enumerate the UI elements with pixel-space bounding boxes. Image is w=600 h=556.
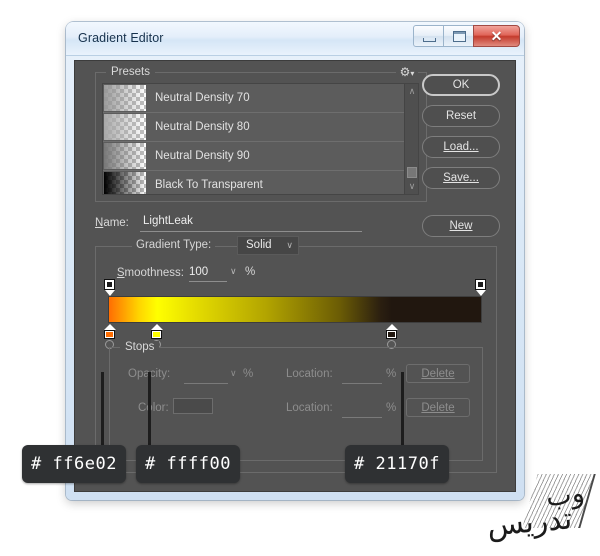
list-item[interactable]: Neutral Density 80 bbox=[103, 113, 418, 142]
stops-legend: Stops bbox=[120, 341, 160, 353]
smoothness-input[interactable]: 100 bbox=[189, 266, 227, 282]
color-location-percent: % bbox=[386, 402, 397, 414]
close-icon: ✕ bbox=[490, 28, 503, 44]
scroll-down-icon[interactable]: ∨ bbox=[405, 180, 418, 193]
gradient-preview-bar[interactable] bbox=[108, 296, 482, 323]
preset-thumbnail bbox=[104, 172, 146, 194]
minimize-button[interactable] bbox=[413, 25, 444, 47]
leader-line-2 bbox=[148, 372, 151, 450]
stops-group: Stops Opacity: ∨ % Location: % Delete Co… bbox=[109, 341, 483, 461]
new-button[interactable]: New bbox=[422, 215, 500, 237]
chevron-down-icon: ∨ bbox=[286, 240, 293, 250]
leader-line-3 bbox=[401, 372, 404, 450]
chevron-down-icon[interactable]: ∨ bbox=[230, 266, 237, 277]
hex-label-stop-2: # ffff00 bbox=[136, 445, 240, 483]
opacity-input bbox=[184, 368, 228, 384]
opacity-delete-button: Delete bbox=[406, 364, 470, 383]
preset-thumbnail bbox=[104, 143, 146, 169]
opacity-location-label: Location: bbox=[286, 368, 333, 380]
color-swatch bbox=[173, 398, 213, 414]
gear-icon[interactable]: ⚙▾ bbox=[396, 65, 418, 81]
preset-label: Neutral Density 80 bbox=[155, 121, 250, 133]
opacity-stop-right[interactable] bbox=[475, 279, 486, 296]
reset-button[interactable]: Reset bbox=[422, 105, 500, 127]
name-label: NName:ame: bbox=[95, 217, 129, 229]
hex-label-stop-1: # ff6e02 bbox=[22, 445, 126, 483]
watermark-line-2: تدریس bbox=[485, 501, 574, 544]
gradient-group: Gradient Type: Solid ∨ Smoothness: 100 ∨… bbox=[95, 236, 497, 473]
window-controls: ✕ bbox=[413, 25, 520, 47]
gradient-type-value: Solid bbox=[246, 239, 272, 251]
ok-button[interactable]: OK bbox=[422, 74, 500, 96]
color-stop-1[interactable] bbox=[103, 324, 116, 349]
opacity-location-input bbox=[342, 368, 382, 384]
hex-label-stop-3: # 21170f bbox=[345, 445, 449, 483]
opacity-percent: % bbox=[243, 368, 254, 380]
scroll-up-icon[interactable]: ∧ bbox=[405, 85, 418, 98]
color-location-input bbox=[342, 402, 382, 418]
preset-thumbnail bbox=[104, 85, 146, 111]
preset-label: Neutral Density 70 bbox=[155, 92, 250, 104]
gradient-type-label: Gradient Type: bbox=[132, 239, 216, 251]
presets-list[interactable]: Neutral Density 70 Neutral Density 80 Ne… bbox=[102, 83, 419, 195]
chevron-down-icon: ∨ bbox=[230, 368, 237, 378]
list-item[interactable]: Black To Transparent bbox=[103, 171, 418, 194]
list-item[interactable]: Neutral Density 90 bbox=[103, 142, 418, 171]
presets-scrollbar[interactable]: ∧ ∨ bbox=[404, 84, 418, 194]
preset-label: Neutral Density 90 bbox=[155, 150, 250, 162]
opacity-stop-left[interactable] bbox=[104, 279, 115, 296]
restore-button[interactable] bbox=[443, 25, 474, 47]
smoothness-label: Smoothness: bbox=[116, 267, 184, 279]
leader-line-1 bbox=[101, 372, 104, 450]
presets-group: Presets ⚙▾ Neutral Density 70 Neutral De… bbox=[95, 65, 427, 202]
screenshot-root: Gradient Editor ✕ Presets ⚙▾ Neutral Den… bbox=[0, 0, 600, 556]
gradient-editor-window: Gradient Editor ✕ Presets ⚙▾ Neutral Den… bbox=[66, 22, 524, 500]
save-button[interactable]: Save... bbox=[422, 167, 500, 189]
close-button[interactable]: ✕ bbox=[473, 25, 520, 47]
presets-legend: Presets bbox=[106, 66, 155, 78]
watermark: وب تدریس bbox=[470, 464, 596, 550]
color-stop-3[interactable] bbox=[385, 324, 398, 349]
color-label: Color: bbox=[138, 402, 169, 414]
window-title: Gradient Editor bbox=[78, 31, 164, 45]
color-location-label: Location: bbox=[286, 402, 333, 414]
preset-label: Black To Transparent bbox=[155, 179, 263, 191]
smoothness-percent: % bbox=[245, 266, 256, 278]
color-delete-button: Delete bbox=[406, 398, 470, 417]
gradient-type-select[interactable]: Solid ∨ bbox=[237, 236, 299, 255]
dialog-body: Presets ⚙▾ Neutral Density 70 Neutral De… bbox=[74, 60, 516, 492]
window-titlebar[interactable]: Gradient Editor ✕ bbox=[66, 22, 524, 56]
list-item[interactable]: Neutral Density 70 bbox=[103, 84, 418, 113]
restore-icon bbox=[453, 31, 466, 42]
opacity-location-percent: % bbox=[386, 368, 397, 380]
minimize-icon bbox=[423, 38, 436, 42]
load-button[interactable]: Load... bbox=[422, 136, 500, 158]
name-input[interactable]: LightLeak bbox=[140, 215, 362, 232]
preset-thumbnail bbox=[104, 114, 146, 140]
scrollbar-thumb[interactable] bbox=[407, 167, 417, 178]
